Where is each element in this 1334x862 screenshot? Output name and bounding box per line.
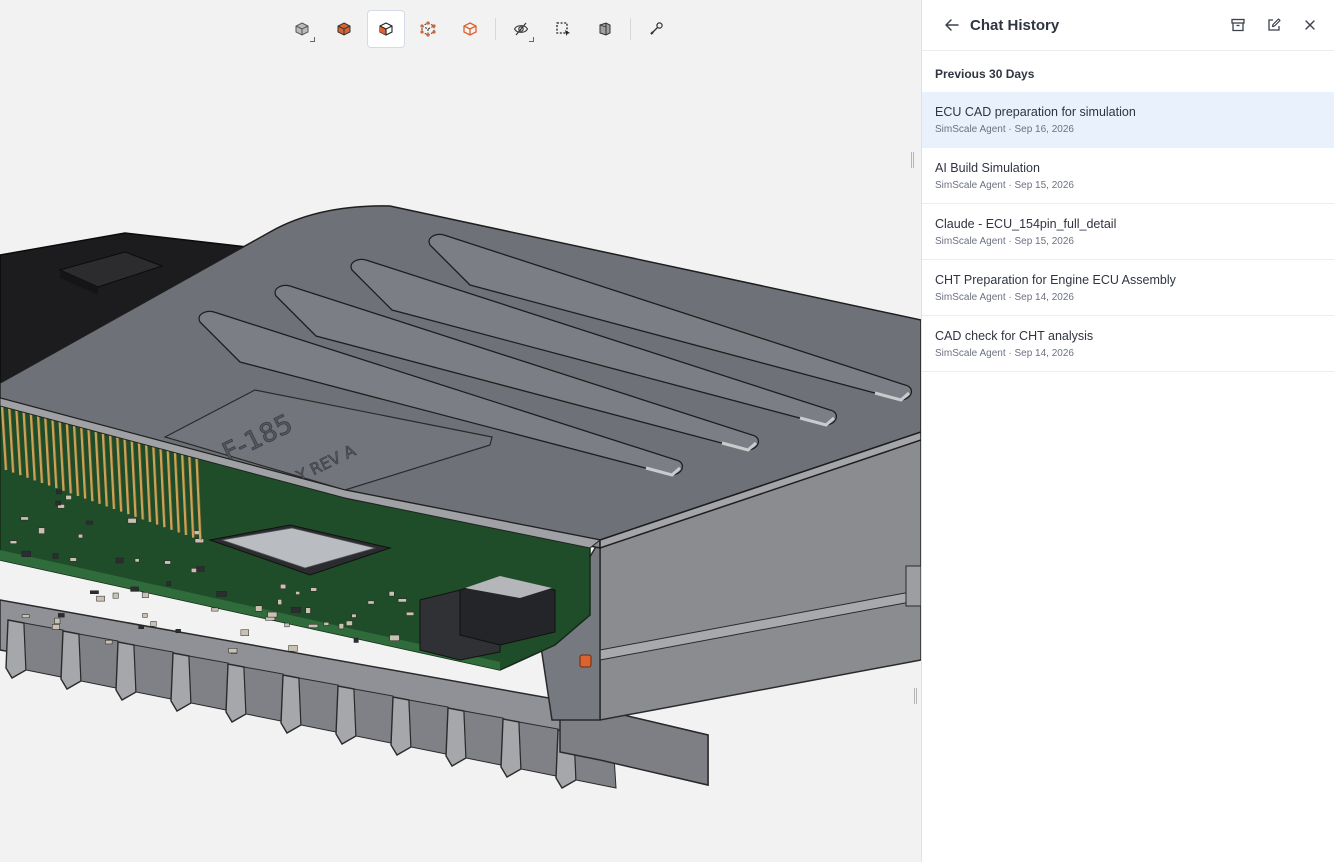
chat-history-item[interactable]: ECU CAD preparation for simulation SimSca… <box>922 92 1334 148</box>
chat-item-title: AI Build Simulation <box>935 161 1040 175</box>
chat-item-title: CAD check for CHT analysis <box>935 329 1094 343</box>
section-view-icon <box>599 22 611 36</box>
chat-item-meta: SimScale Agent · Sep 16, 2026 <box>935 124 1074 135</box>
edge-select-button[interactable] <box>451 10 489 48</box>
section-label: Previous 30 Days <box>935 67 1035 81</box>
ecu-assembly-model[interactable]: F-185 Y REV A <box>0 0 921 862</box>
face-select-button[interactable] <box>367 10 405 48</box>
chat-item-title: Claude - ECU_154pin_full_detail <box>935 217 1117 231</box>
chat-history-item[interactable]: CHT Preparation for Engine ECU Assembly S… <box>922 260 1334 316</box>
section-view-button[interactable] <box>586 10 624 48</box>
splitter-handle-top[interactable] <box>911 152 914 168</box>
solid-select-icon <box>337 22 351 36</box>
view-toolbar <box>283 9 675 49</box>
chat-history-item[interactable]: CAD check for CHT analysis SimScale Agent… <box>922 316 1334 372</box>
chat-item-meta: SimScale Agent · Sep 15, 2026 <box>935 180 1074 191</box>
back-arrow-icon[interactable] <box>940 13 964 37</box>
chat-history-panel: Chat History Previous 30 Days ECU CAD pr… <box>921 0 1334 862</box>
solid-select-button[interactable] <box>325 10 363 48</box>
toolbar-separator <box>630 18 631 40</box>
box-select-icon <box>556 22 570 36</box>
chat-list: ECU CAD preparation for simulation SimSca… <box>922 92 1334 372</box>
edge-select-icon <box>463 22 477 36</box>
chat-history-item[interactable]: Claude - ECU_154pin_full_detail SimScale … <box>922 204 1334 260</box>
panel-title: Chat History <box>970 16 1060 34</box>
shaded-view-button[interactable] <box>283 10 321 48</box>
visibility-toggle-button[interactable] <box>502 10 540 48</box>
chat-history-item[interactable]: AI Build Simulation SimScale Agent · Sep … <box>922 148 1334 204</box>
chat-item-title: CHT Preparation for Engine ECU Assembly <box>935 273 1176 287</box>
chat-item-meta: SimScale Agent · Sep 14, 2026 <box>935 348 1074 359</box>
shaded-view-icon <box>295 22 309 36</box>
chat-item-meta: SimScale Agent · Sep 14, 2026 <box>935 292 1074 303</box>
vertex-select-icon <box>420 21 436 37</box>
chat-item-title: ECU CAD preparation for simulation <box>935 105 1136 119</box>
panel-header: Chat History <box>922 0 1334 51</box>
chat-item-meta: SimScale Agent · Sep 15, 2026 <box>935 236 1074 247</box>
archive-icon[interactable] <box>1226 13 1250 37</box>
measure-tool-icon <box>650 22 663 35</box>
toolbar-separator <box>495 18 496 40</box>
vertex-select-button[interactable] <box>409 10 447 48</box>
face-select-icon <box>379 22 393 36</box>
box-select-button[interactable] <box>544 10 582 48</box>
close-icon[interactable] <box>1298 13 1322 37</box>
measure-tool-button[interactable] <box>637 10 675 48</box>
visibility-toggle-icon <box>513 22 529 36</box>
3d-viewport[interactable]: F-185 Y REV A <box>0 0 921 862</box>
splitter-handle-bottom[interactable] <box>914 688 917 704</box>
new-chat-icon[interactable] <box>1262 13 1286 37</box>
